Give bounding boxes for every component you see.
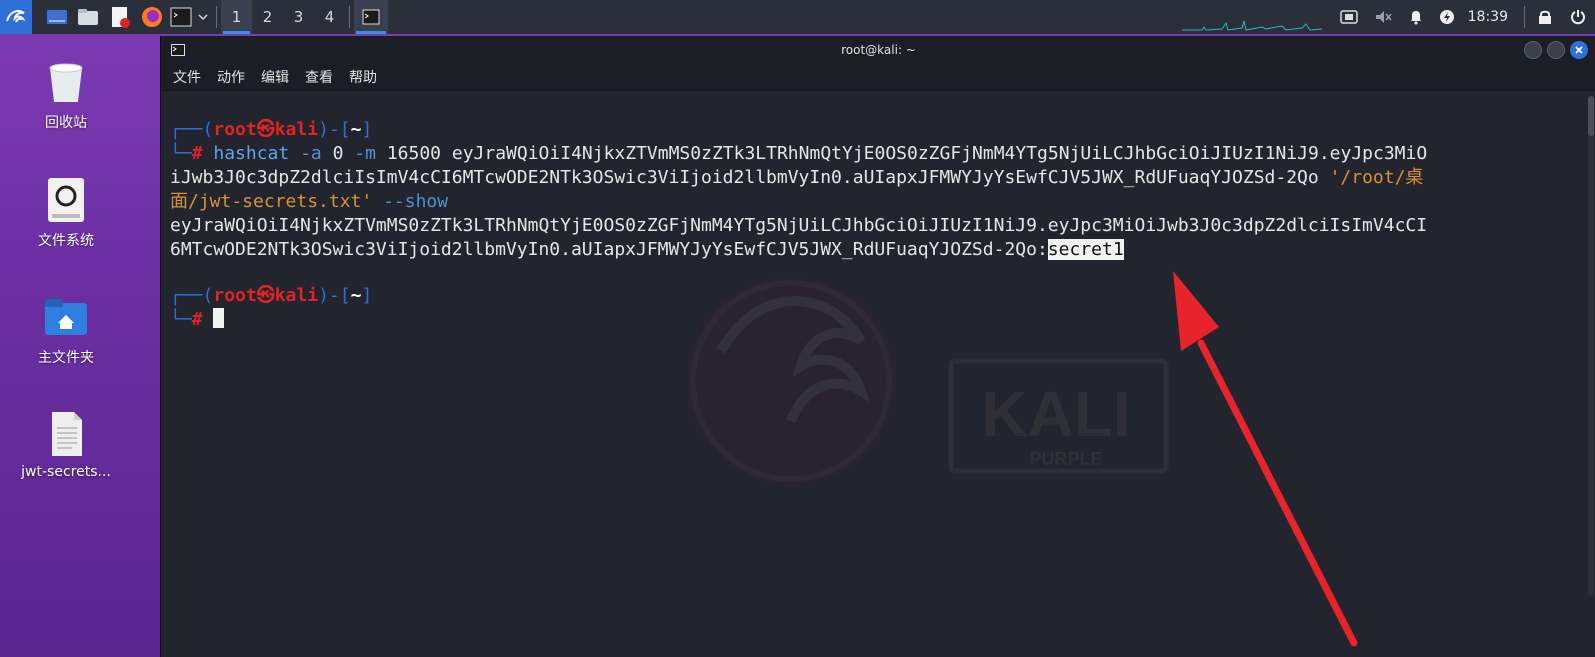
- clock[interactable]: 18:39: [1468, 9, 1508, 25]
- kali-dragon-icon: [6, 10, 26, 23]
- menu-bar: 文件 动作 编辑 查看 帮助: [161, 64, 1595, 91]
- taskbar-separator: [216, 6, 217, 28]
- workspace-2[interactable]: 2: [252, 0, 283, 34]
- desktop-icon: [47, 10, 67, 24]
- home-folder-icon: [42, 293, 90, 341]
- desktop-icon-label: 主文件夹: [38, 350, 94, 366]
- window-title: root@kali: ~: [841, 43, 916, 57]
- minimize-button[interactable]: [1524, 41, 1542, 59]
- screenshot-icon: [1339, 10, 1358, 24]
- firefox-icon: [142, 7, 162, 27]
- menu-help[interactable]: 帮助: [349, 67, 377, 87]
- workspace-1[interactable]: 1: [221, 0, 252, 34]
- terminal-icon: [170, 7, 192, 27]
- window-titlebar[interactable]: root@kali: ~: [161, 36, 1595, 64]
- menu-file[interactable]: 文件: [173, 67, 201, 87]
- chevron-down-icon: [198, 14, 208, 21]
- taskbar-separator: [1524, 6, 1525, 28]
- terminal-task-button[interactable]: [354, 0, 388, 34]
- lock-screen-button[interactable]: [1529, 0, 1561, 34]
- close-button[interactable]: [1570, 41, 1588, 59]
- notifications-button[interactable]: [1400, 0, 1432, 34]
- text-editor-launcher[interactable]: [104, 0, 136, 34]
- scrollbar-track[interactable]: [1588, 96, 1594, 596]
- lock-icon: [1539, 10, 1551, 24]
- terminal-icon: [171, 44, 185, 56]
- logout-button[interactable]: [1561, 0, 1595, 34]
- file-manager-launcher[interactable]: [72, 0, 104, 34]
- screenshot-button[interactable]: [1332, 0, 1366, 34]
- network-monitor-graph: [1181, 20, 1322, 31]
- menu-action[interactable]: 动作: [217, 67, 245, 87]
- terminal-output[interactable]: KALI PURPLE ┌──(root㉿kali)-[~] └─# hashc…: [161, 91, 1595, 657]
- show-desktop-button[interactable]: [42, 0, 72, 34]
- firefox-launcher[interactable]: [136, 0, 168, 34]
- volume-button[interactable]: [1366, 0, 1400, 34]
- scrollbar-thumb[interactable]: [1588, 96, 1594, 136]
- power-manager-button[interactable]: [1432, 0, 1462, 34]
- desktop-icon-home[interactable]: 主文件夹: [12, 293, 120, 367]
- desktop-icon-label: jwt-secrets...: [21, 464, 111, 480]
- close-icon: [1575, 46, 1583, 54]
- terminal-icon: [362, 9, 380, 25]
- power-icon: [1439, 10, 1454, 24]
- launcher-dropdown[interactable]: [194, 0, 212, 34]
- taskbar: 1 2 3 4 18:39: [0, 0, 1595, 35]
- workspace-4[interactable]: 4: [314, 0, 345, 34]
- maximize-button[interactable]: [1547, 41, 1565, 59]
- desktop-icon-label: 回收站: [45, 115, 87, 131]
- taskbar-separator: [349, 6, 350, 28]
- workspace-3[interactable]: 3: [283, 0, 314, 34]
- menu-view[interactable]: 查看: [305, 67, 333, 87]
- annotation-arrow: [1173, 271, 1358, 647]
- terminal-launcher[interactable]: [168, 0, 194, 34]
- folder-icon: [78, 9, 98, 25]
- bell-icon: [1410, 11, 1421, 25]
- volume-muted-icon: [1375, 11, 1392, 23]
- desktop-icon-jwt-secrets[interactable]: jwt-secrets...: [12, 410, 120, 480]
- system-tray: 18:39: [1181, 0, 1595, 34]
- menu-edit[interactable]: 编辑: [261, 67, 289, 87]
- drive-icon: [42, 176, 90, 224]
- text-file-icon: [42, 410, 90, 458]
- desktop-icon-trash[interactable]: 回收站: [12, 58, 120, 132]
- terminal-window: root@kali: ~ 文件 动作 编辑 查看 帮助 KALI PURPLE …: [160, 36, 1595, 657]
- kali-menu-button[interactable]: [0, 0, 32, 34]
- logout-icon: [1571, 10, 1585, 25]
- desktop-icon-label: 文件系统: [38, 233, 94, 249]
- text-editor-icon: [112, 7, 130, 28]
- desktop-icon-filesystem[interactable]: 文件系统: [12, 176, 120, 250]
- trash-icon: [42, 58, 90, 106]
